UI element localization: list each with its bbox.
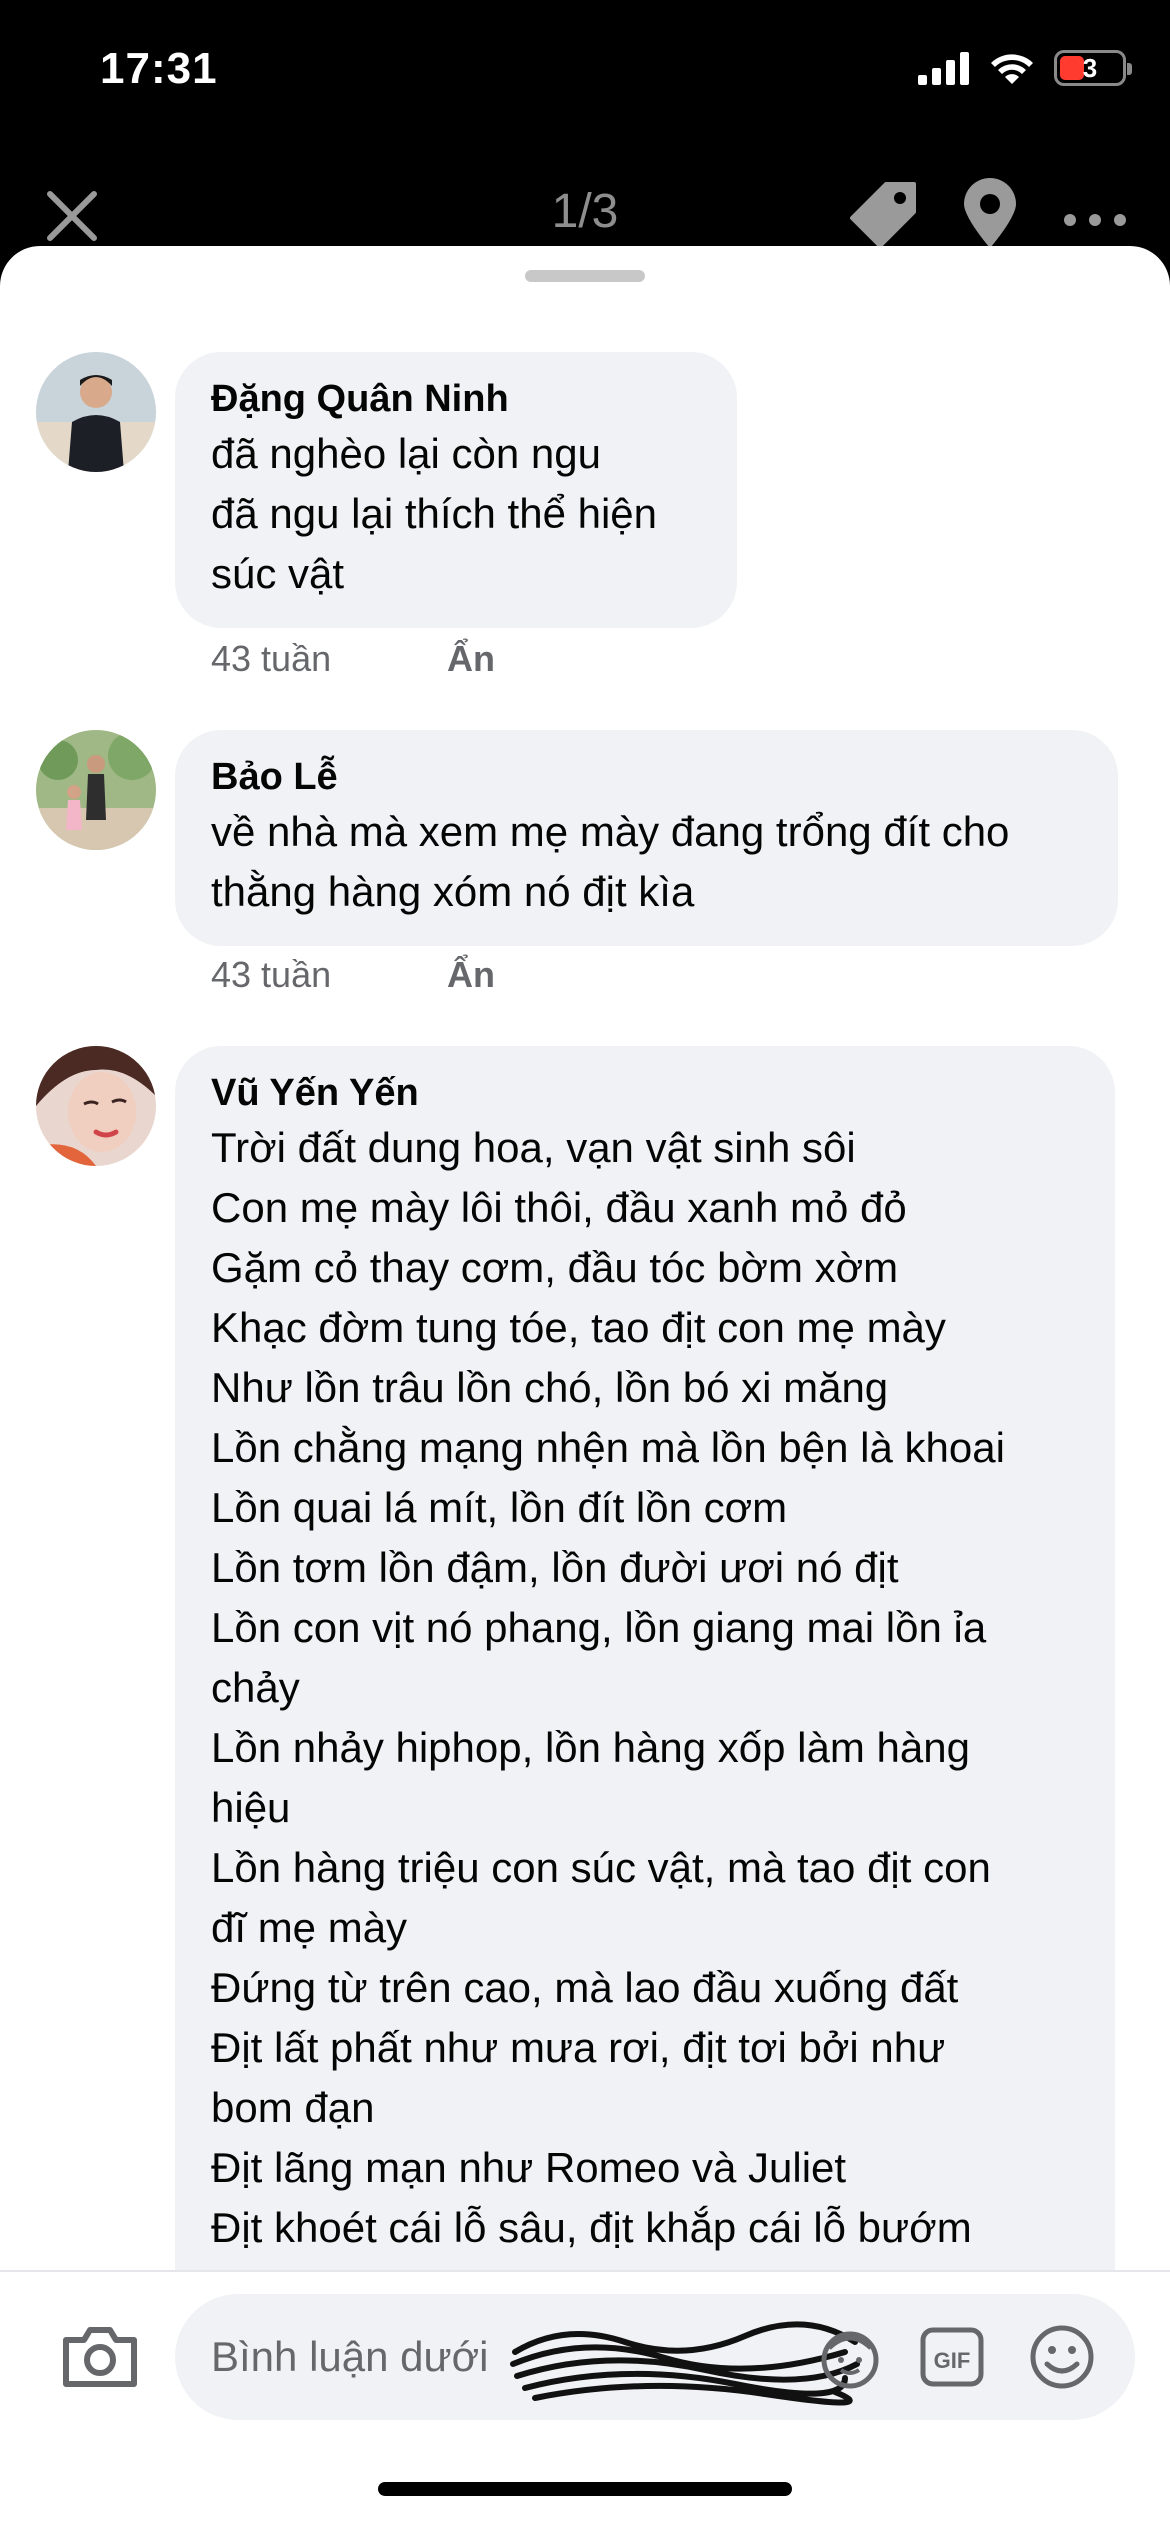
comment-text: đã nghèo lại còn ngu đã ngu lại thích th… — [211, 430, 658, 597]
gif-icon[interactable]: GIF — [917, 2322, 987, 2392]
comment-meta: 43 tuần Ẩn — [211, 954, 495, 996]
home-indicator[interactable] — [378, 2482, 792, 2496]
comment-author[interactable]: Bảo Lễ — [211, 752, 1082, 802]
comment-time: 43 tuần — [211, 954, 332, 995]
hide-button[interactable]: Ẩn — [447, 954, 495, 996]
emoji-icon[interactable] — [1027, 2322, 1097, 2392]
comments-sheet[interactable]: Đặng Quân Ninh đã nghèo lại còn ngu đã n… — [0, 246, 1170, 2532]
scribble-redaction — [510, 2321, 860, 2406]
battery-level: 3 — [1082, 52, 1098, 83]
comment-meta: 43 tuần Ẩn — [211, 638, 495, 680]
camera-icon[interactable] — [60, 2322, 140, 2392]
battery-icon: 3 — [1054, 50, 1132, 86]
comment-composer: GIF — [0, 2270, 1170, 2532]
comment-text: Trời đất dung hoa, vạn vật sinh sôi Con … — [211, 1124, 1005, 2251]
status-icons: 3 — [918, 50, 1132, 86]
comment-input-pill[interactable]: GIF — [175, 2294, 1135, 2420]
comment-author[interactable]: Vũ Yến Yến — [211, 1068, 1079, 1118]
comment-text: về nhà mà xem mẹ mày đang trổng đít cho … — [211, 808, 1010, 915]
status-time: 17:31 — [100, 44, 218, 93]
wifi-icon — [991, 54, 1033, 84]
cellular-signal-icon — [918, 52, 969, 85]
more-icon[interactable] — [1060, 180, 1130, 250]
hide-button[interactable]: Ẩn — [447, 638, 495, 680]
comment-bubble[interactable]: Đặng Quân Ninh đã nghèo lại còn ngu đã n… — [175, 352, 737, 628]
avatar[interactable] — [36, 1046, 156, 1166]
comment-bubble[interactable]: Bảo Lễ về nhà mà xem mẹ mày đang trổng đ… — [175, 730, 1118, 946]
tag-icon[interactable] — [850, 180, 920, 250]
sheet-grabber[interactable] — [525, 270, 645, 282]
location-pin-icon[interactable] — [960, 178, 1020, 250]
avatar-sticker-icon[interactable] — [815, 2322, 885, 2392]
status-bar: 17:31 3 — [0, 0, 1170, 150]
svg-text:GIF: GIF — [934, 2348, 971, 2373]
avatar[interactable] — [36, 352, 156, 472]
comment-author[interactable]: Đặng Quân Ninh — [211, 374, 701, 424]
avatar[interactable] — [36, 730, 156, 850]
comment-time: 43 tuần — [211, 638, 332, 679]
